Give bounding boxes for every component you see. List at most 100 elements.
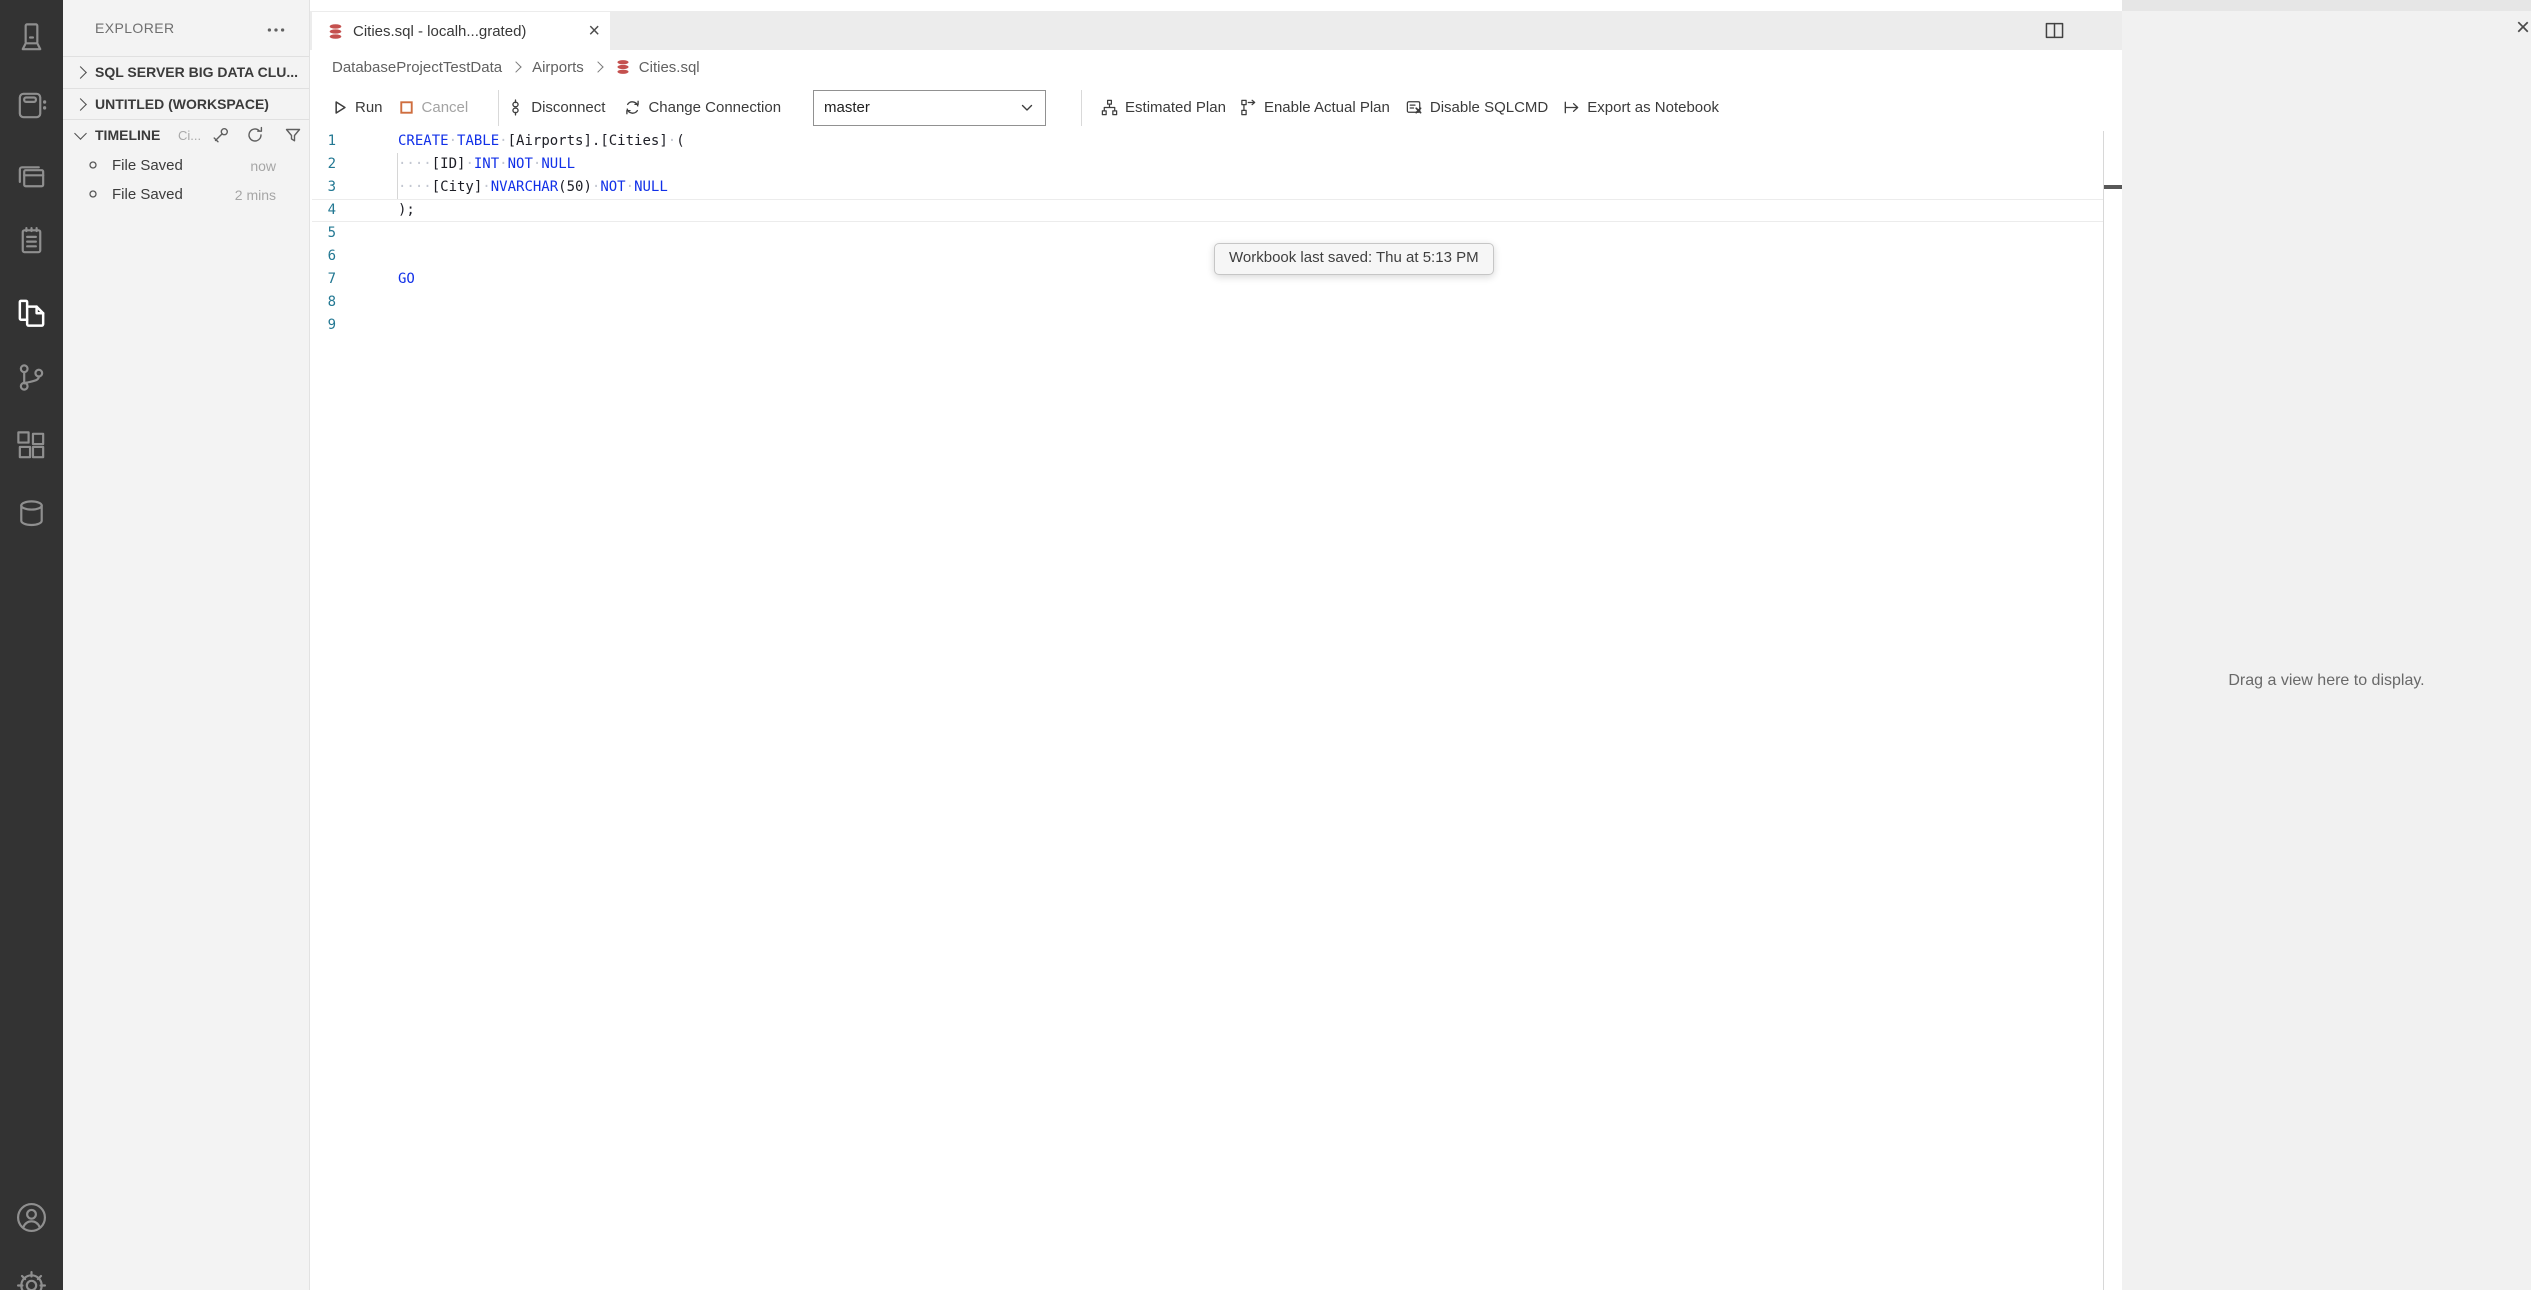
filter-icon[interactable]	[283, 125, 303, 145]
line-content: ····[ID]·INT·NOT·NULL	[398, 156, 576, 172]
code-line-3[interactable]: 3 ····[City]·NVARCHAR(50)·NOT·NULL	[310, 176, 2103, 199]
export-as-notebook-button[interactable]: Export as Notebook	[1562, 98, 1719, 117]
line-number[interactable]: 6	[310, 245, 398, 268]
code-editor[interactable]: 1 CREATE·TABLE·[Airports].[Cities]·(2 ····…	[310, 130, 2103, 337]
task-history-icon[interactable]	[14, 223, 49, 258]
code-line-1[interactable]: 1 CREATE·TABLE·[Airports].[Cities]·(	[310, 130, 2103, 153]
section-label: TIMELINE	[95, 127, 161, 143]
timeline-item[interactable]: File Saved now	[63, 151, 309, 180]
chevron-down-icon	[1017, 98, 1037, 118]
toolbar-separator	[1081, 89, 1083, 126]
drop-panel-placeholder: Drag a view here to display.	[2228, 672, 2425, 689]
database-dropdown[interactable]: master	[813, 89, 1047, 126]
breadcrumb-item[interactable]: Airports	[532, 59, 584, 76]
connections-icon[interactable]	[14, 20, 49, 55]
line-number[interactable]: 8	[310, 291, 398, 314]
extensions-icon[interactable]	[14, 428, 49, 463]
cancel-button[interactable]: Cancel	[397, 98, 469, 117]
breadcrumb-separator-icon	[592, 61, 604, 73]
view-drop-panel[interactable]: Drag a view here to display.	[2122, 11, 2531, 1290]
estimated-plan-button[interactable]: Estimated Plan	[1100, 98, 1226, 117]
window-close-icon[interactable]: ×	[2516, 14, 2530, 42]
line-number[interactable]: 5	[310, 222, 398, 245]
line-content: GO	[398, 271, 415, 287]
stop-icon	[397, 98, 416, 117]
change-connection-icon	[623, 98, 642, 117]
editor-more-actions-icon[interactable]	[2078, 19, 2101, 42]
line-content: );	[398, 202, 415, 218]
sidebar-header: EXPLORER	[63, 14, 309, 44]
pin-icon[interactable]	[211, 125, 231, 145]
breadcrumb-item[interactable]: Cities.sql	[639, 59, 700, 76]
sidebar-section-timeline[interactable]: TIMELINE Ci...	[63, 119, 309, 150]
tab-title: Cities.sql - localh...grated)	[353, 22, 527, 40]
code-line-6[interactable]: 6	[310, 245, 2103, 268]
change-connection-button[interactable]: Change Connection	[623, 98, 781, 117]
chevron-right-icon	[74, 98, 87, 111]
sql-file-icon	[326, 22, 345, 41]
code-line-9[interactable]: 9	[310, 314, 2103, 337]
run-button[interactable]: Run	[330, 98, 383, 117]
breadcrumb-separator-icon	[510, 61, 522, 73]
chevron-down-icon	[74, 127, 87, 140]
timeline-item-label: File Saved	[112, 186, 183, 203]
line-number[interactable]: 2	[310, 153, 398, 176]
sidebar-section-sql-server-big-data-clu[interactable]: SQL SERVER BIG DATA CLU...	[63, 56, 309, 87]
enable-actual-plan-button[interactable]: Enable Actual Plan	[1239, 98, 1390, 117]
toolbar-button-label: Disconnect	[531, 99, 606, 116]
line-number[interactable]: 9	[310, 314, 398, 337]
actual-plan-icon	[1239, 98, 1258, 117]
code-line-2[interactable]: 2 ····[ID]·INT·NOT·NULL	[310, 153, 2103, 176]
toolbar-separator	[498, 89, 500, 126]
chevron-right-icon	[74, 66, 87, 79]
refresh-icon[interactable]	[245, 125, 265, 145]
activity-bar	[0, 0, 63, 1290]
database-projects-icon[interactable]	[14, 496, 49, 531]
timeline-bullet-icon	[86, 158, 100, 172]
code-line-5[interactable]: 5	[310, 222, 2103, 245]
split-editor-icon[interactable]	[2043, 19, 2066, 42]
database-dropdown-value: master	[824, 99, 870, 116]
tab-bar: Cities.sql - localh...grated) ×	[310, 11, 2122, 50]
notebooks-icon[interactable]	[14, 88, 49, 123]
account-icon[interactable]	[14, 1200, 49, 1235]
timeline-item-time: now	[250, 158, 276, 174]
breadcrumb-item[interactable]: DatabaseProjectTestData	[332, 59, 502, 76]
indent-guide	[397, 153, 398, 199]
export-notebook-icon	[1562, 98, 1581, 117]
code-line-4[interactable]: 4);	[310, 199, 2103, 222]
timeline-item-time: 2 mins	[234, 187, 276, 203]
disable-sqlcmd-button[interactable]: Disable SQLCMD	[1405, 98, 1548, 117]
disconnect-button[interactable]: Disconnect	[506, 98, 605, 117]
toolbar-button-label: Cancel	[421, 99, 469, 116]
code-line-7[interactable]: 7 GO	[310, 268, 2103, 291]
line-content: ····[City]·NVARCHAR(50)·NOT·NULL	[398, 179, 668, 195]
scrollbar-overview-ruler[interactable]	[2104, 50, 2122, 1290]
explorer-files-icon[interactable]	[14, 295, 49, 330]
toolbar-button-label: Change Connection	[648, 99, 782, 116]
sidebar-title: EXPLORER	[95, 20, 175, 36]
line-number[interactable]: 4	[310, 199, 398, 222]
timeline-bullet-icon	[86, 187, 100, 201]
tab-close-icon[interactable]: ×	[588, 21, 600, 41]
line-content: CREATE·TABLE·[Airports].[Cities]·(	[398, 133, 685, 149]
breadcrumb: DatabaseProjectTestData Airports Cities.sq…	[310, 50, 2103, 84]
line-number[interactable]: 3	[310, 176, 398, 199]
timeline-context-label: Ci...	[178, 128, 202, 143]
sqlcmd-icon	[1405, 98, 1424, 117]
tab-cities-sql[interactable]: Cities.sql - localh...grated) ×	[312, 12, 610, 50]
line-number[interactable]: 7	[310, 268, 398, 291]
timeline-item-label: File Saved	[112, 157, 183, 174]
toolbar-button-label: Run	[355, 99, 383, 116]
source-control-icon[interactable]	[14, 360, 49, 395]
sidebar-section-untitled-workspace[interactable]: UNTITLED (WORKSPACE)	[63, 88, 309, 119]
code-line-8[interactable]: 8	[310, 291, 2103, 314]
azure-data-studio-window: EXPLORER SQL SERVER BIG DATA CLU... UNTIT…	[0, 0, 2531, 1290]
more-actions-icon[interactable]	[265, 19, 287, 41]
section-label: SQL SERVER BIG DATA CLU...	[95, 64, 299, 80]
timeline-item[interactable]: File Saved 2 mins	[63, 180, 309, 209]
line-number[interactable]: 1	[310, 130, 398, 153]
estimated-plan-icon	[1100, 98, 1119, 117]
settings-gear-icon[interactable]	[14, 1268, 49, 1290]
query-windows-icon[interactable]	[14, 160, 49, 195]
